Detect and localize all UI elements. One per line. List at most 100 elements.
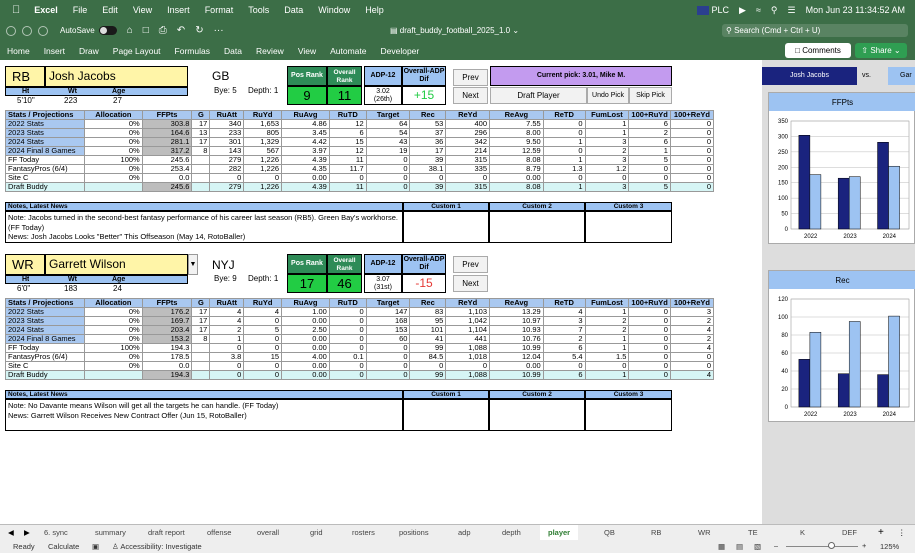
- sheet-tab-grid[interactable]: grid: [310, 528, 323, 537]
- p1-cell[interactable]: 17: [191, 137, 211, 147]
- page-break-view-icon[interactable]: ▧: [754, 542, 761, 551]
- p2-cell[interactable]: 0: [328, 370, 367, 380]
- sheet-tab-k[interactable]: K: [800, 528, 805, 537]
- p2-name[interactable]: Garrett Wilson: [45, 254, 188, 275]
- p1-custom2[interactable]: [489, 211, 585, 243]
- sheet-tab-rosters[interactable]: rosters: [352, 528, 375, 537]
- p2-cell[interactable]: Draft Buddy: [5, 370, 85, 380]
- tab-developer[interactable]: Developer: [380, 46, 419, 56]
- p1-cell[interactable]: [191, 173, 211, 183]
- print-icon[interactable]: ⎙: [159, 25, 167, 36]
- p2-cell[interactable]: 0%: [83, 361, 143, 371]
- tab-draw[interactable]: Draw: [79, 46, 99, 56]
- p2-cell[interactable]: 17: [191, 325, 211, 335]
- p2-custom1[interactable]: [403, 399, 489, 431]
- zoom-level[interactable]: 125%: [880, 542, 899, 551]
- minimize-window-button[interactable]: [22, 25, 32, 36]
- zoom-in-icon[interactable]: +: [862, 541, 866, 550]
- p1-cell[interactable]: 3: [584, 182, 630, 192]
- p2-cell[interactable]: 0: [365, 370, 411, 380]
- menu-help[interactable]: Help: [365, 5, 384, 15]
- tab-review[interactable]: Review: [256, 46, 284, 56]
- save-icon[interactable]: □: [143, 25, 149, 36]
- p1-cell[interactable]: 1,226: [243, 182, 283, 192]
- p2-cell[interactable]: 1,088: [445, 370, 491, 380]
- p2-cell[interactable]: 99: [409, 370, 447, 380]
- accessibility-status[interactable]: ♙ Accessibility: Investigate: [112, 542, 202, 551]
- close-window-button[interactable]: [6, 25, 16, 36]
- tab-data[interactable]: Data: [224, 46, 242, 56]
- tab-formulas[interactable]: Formulas: [175, 46, 210, 56]
- sheet-tab-draft-report[interactable]: draft report: [148, 528, 185, 537]
- app-name[interactable]: Excel: [34, 5, 58, 15]
- zoom-window-button[interactable]: [38, 25, 48, 36]
- search-icon[interactable]: ⚲: [771, 5, 778, 16]
- p1-cell[interactable]: 1: [542, 182, 586, 192]
- undo-pick-button[interactable]: Undo Pick: [587, 87, 629, 104]
- p2-cell[interactable]: 0: [209, 370, 245, 380]
- control-center-icon[interactable]: ☰: [788, 5, 796, 16]
- menu-tools[interactable]: Tools: [248, 5, 269, 15]
- p1-cell[interactable]: [191, 164, 211, 174]
- calculate-button[interactable]: Calculate: [48, 542, 79, 551]
- sheet-tab-6-sync[interactable]: 6. sync: [44, 528, 68, 537]
- sheet-tab-adp[interactable]: adp: [458, 528, 471, 537]
- share-button[interactable]: ⇧ Share ⌄: [855, 43, 907, 58]
- zoom-slider[interactable]: [786, 546, 858, 547]
- apple-icon[interactable]: : [12, 4, 20, 16]
- sheet-menu-icon[interactable]: ⋮: [898, 528, 906, 537]
- p1-cell[interactable]: 0: [669, 182, 715, 192]
- p1-name[interactable]: Josh Jacobs: [45, 66, 188, 87]
- p1-custom1[interactable]: [403, 211, 489, 243]
- menu-file[interactable]: File: [73, 5, 88, 15]
- rec-chart[interactable]: Rec 120 100 80 60 40 20 0 2022 2023 2024: [768, 270, 915, 422]
- p1-cell[interactable]: 4.39: [281, 182, 330, 192]
- scroll-left-icon[interactable]: ◀: [8, 528, 14, 537]
- menu-edit[interactable]: Edit: [102, 5, 118, 15]
- p2-cell[interactable]: 4: [669, 370, 715, 380]
- play-icon[interactable]: ▶: [739, 5, 746, 16]
- macro-record-icon[interactable]: ▣: [92, 542, 99, 551]
- p2-custom2[interactable]: [489, 399, 585, 431]
- p2-notes[interactable]: Note: No Davante means Wilson will get a…: [5, 399, 403, 431]
- p2-cell[interactable]: 8: [191, 334, 211, 344]
- zoom-out-icon[interactable]: –: [774, 541, 778, 550]
- redo-icon[interactable]: ↻: [195, 25, 203, 36]
- p1-cell[interactable]: Draft Buddy: [5, 182, 85, 192]
- add-sheet-icon[interactable]: +: [878, 527, 884, 538]
- p2-cell[interactable]: [83, 370, 143, 380]
- p2-cell[interactable]: [191, 343, 211, 353]
- draft-player-button[interactable]: Draft Player: [490, 87, 587, 104]
- p2-cell[interactable]: [191, 352, 211, 362]
- sheet-tab-depth[interactable]: depth: [502, 528, 521, 537]
- p2-cell[interactable]: 0.00: [281, 370, 330, 380]
- sheet-tab-overall[interactable]: overall: [257, 528, 279, 537]
- page-layout-view-icon[interactable]: ▤: [736, 542, 743, 551]
- p1-cell[interactable]: 279: [209, 182, 245, 192]
- p2-prev-button[interactable]: Prev: [453, 256, 488, 273]
- p2-name-dropdown[interactable]: ▼: [188, 254, 198, 275]
- p1-prev-button[interactable]: Prev: [453, 69, 488, 86]
- p2-cell[interactable]: 6: [542, 370, 586, 380]
- sheet-tab-wr[interactable]: WR: [698, 528, 711, 537]
- tab-view[interactable]: View: [298, 46, 316, 56]
- tab-automate[interactable]: Automate: [330, 46, 366, 56]
- p1-cell[interactable]: 0: [365, 182, 411, 192]
- sheet-tab-te[interactable]: TE: [748, 528, 758, 537]
- document-title[interactable]: ▤ draft_buddy_football_2025_1.0 ⌄: [390, 26, 519, 35]
- menu-data[interactable]: Data: [284, 5, 303, 15]
- undo-icon[interactable]: ↶: [177, 25, 185, 36]
- tab-insert[interactable]: Insert: [44, 46, 65, 56]
- autosave-toggle[interactable]: [98, 26, 117, 35]
- more-icon[interactable]: ···: [214, 25, 224, 36]
- p2-cell[interactable]: [191, 361, 211, 371]
- comments-button[interactable]: □ Comments: [785, 43, 851, 58]
- p1-cell[interactable]: 315: [445, 182, 491, 192]
- ffpts-chart[interactable]: FFPts 350 300 250 200 150 100 50 0 2022 2023 2024: [768, 92, 915, 244]
- p1-cell[interactable]: 8.08: [489, 182, 544, 192]
- sheet-tab-offense[interactable]: offense: [207, 528, 231, 537]
- p1-custom3[interactable]: [585, 211, 672, 243]
- sheet-tab-summary[interactable]: summary: [95, 528, 126, 537]
- sheet-tab-rb[interactable]: RB: [651, 528, 661, 537]
- p1-cell[interactable]: 5: [628, 182, 671, 192]
